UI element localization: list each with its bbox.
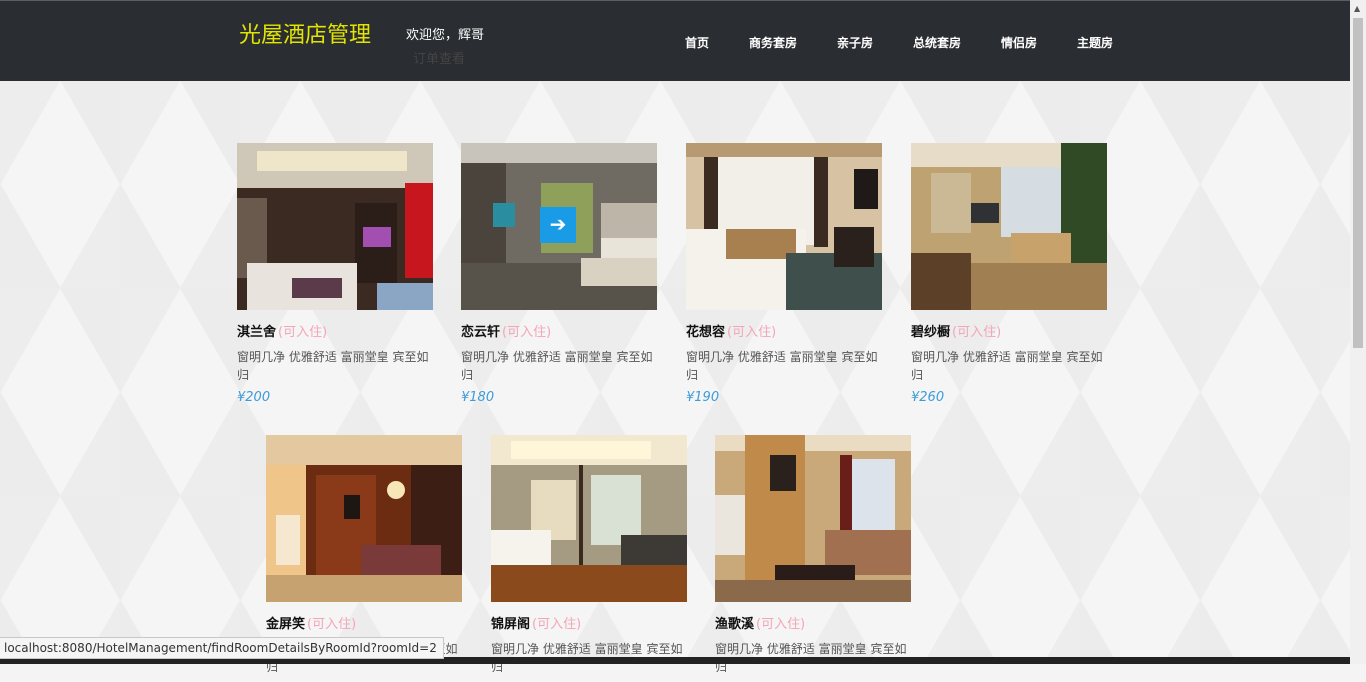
- vertical-scrollbar[interactable]: ▲: [1350, 0, 1366, 664]
- room-card[interactable]: 淇兰舍 (可入住) 窗明几净 优雅舒适 富丽堂皇 宾至如归 ¥200: [237, 143, 433, 405]
- room-description: 窗明几净 优雅舒适 富丽堂皇 宾至如归: [237, 350, 429, 382]
- room-name[interactable]: 碧纱橱: [911, 325, 950, 340]
- browser-status-url: localhost:8080/HotelManagement/findRoomD…: [0, 637, 444, 659]
- room-card[interactable]: ➔ 恋云轩 (可入住) 窗明几净 优雅舒适 富丽堂皇 宾至如归 ¥180: [461, 143, 657, 405]
- room-name[interactable]: 金屏笑: [266, 617, 305, 632]
- room-name[interactable]: 渔歌溪: [715, 617, 754, 632]
- room-photo[interactable]: ➔: [461, 143, 657, 310]
- room-card[interactable]: 锦屏阁 (可入住) 窗明几净 优雅舒适 富丽堂皇 宾至如归: [491, 435, 687, 682]
- room-price: ¥260: [911, 390, 945, 405]
- room-status: (可入住): [756, 617, 806, 632]
- room-status: (可入住): [502, 325, 552, 340]
- room-price: ¥180: [461, 390, 495, 405]
- welcome-text: 欢迎您，辉哥: [406, 28, 485, 43]
- nav-presidential-suite[interactable]: 总统套房: [913, 34, 961, 51]
- room-name[interactable]: 锦屏阁: [491, 617, 530, 632]
- scroll-up-arrow-icon[interactable]: ▲: [1354, 4, 1360, 13]
- room-status: (可入住): [727, 325, 777, 340]
- room-photo[interactable]: [911, 143, 1107, 310]
- room-status: (可入住): [307, 617, 357, 632]
- nav-family-room[interactable]: 亲子房: [837, 34, 873, 51]
- arrow-right-icon[interactable]: ➔: [540, 207, 576, 243]
- room-description: 窗明几净 优雅舒适 富丽堂皇 宾至如归: [461, 350, 653, 382]
- room-card[interactable]: 花想容 (可入住) 窗明几净 优雅舒适 富丽堂皇 宾至如归 ¥190: [686, 143, 882, 405]
- room-card[interactable]: 碧纱橱 (可入住) 窗明几净 优雅舒适 富丽堂皇 宾至如归 ¥260: [911, 143, 1107, 405]
- room-status: (可入住): [952, 325, 1002, 340]
- room-photo[interactable]: [237, 143, 433, 310]
- brand-logo[interactable]: 光屋酒店管理: [239, 17, 371, 49]
- room-price: ¥200: [237, 390, 271, 405]
- nav-theme-room[interactable]: 主题房: [1077, 34, 1113, 51]
- room-photo[interactable]: [491, 435, 687, 602]
- room-name[interactable]: 淇兰舍: [237, 325, 276, 340]
- room-photo[interactable]: [715, 435, 911, 602]
- room-status: (可入住): [278, 325, 328, 340]
- room-name[interactable]: 花想容: [686, 325, 725, 340]
- room-name[interactable]: 恋云轩: [461, 325, 500, 340]
- room-status: (可入住): [532, 617, 582, 632]
- top-navbar: 光屋酒店管理 欢迎您，辉哥 订单查看 首页 商务套房 亲子房 总统套房 情侣房 …: [0, 0, 1350, 81]
- room-photo[interactable]: [266, 435, 462, 602]
- nav-home[interactable]: 首页: [685, 34, 709, 51]
- room-card[interactable]: 渔歌溪 (可入住) 窗明几净 优雅舒适 富丽堂皇 宾至如归: [715, 435, 911, 682]
- room-photo[interactable]: [686, 143, 882, 310]
- nav-couple-room[interactable]: 情侣房: [1001, 34, 1037, 51]
- orders-link[interactable]: 订单查看: [413, 48, 465, 67]
- room-description: 窗明几净 优雅舒适 富丽堂皇 宾至如归: [911, 350, 1103, 382]
- scrollbar-thumb[interactable]: [1353, 18, 1363, 348]
- room-description: 窗明几净 优雅舒适 富丽堂皇 宾至如归: [686, 350, 878, 382]
- room-price: ¥190: [686, 390, 720, 405]
- nav-business-suite[interactable]: 商务套房: [749, 34, 797, 51]
